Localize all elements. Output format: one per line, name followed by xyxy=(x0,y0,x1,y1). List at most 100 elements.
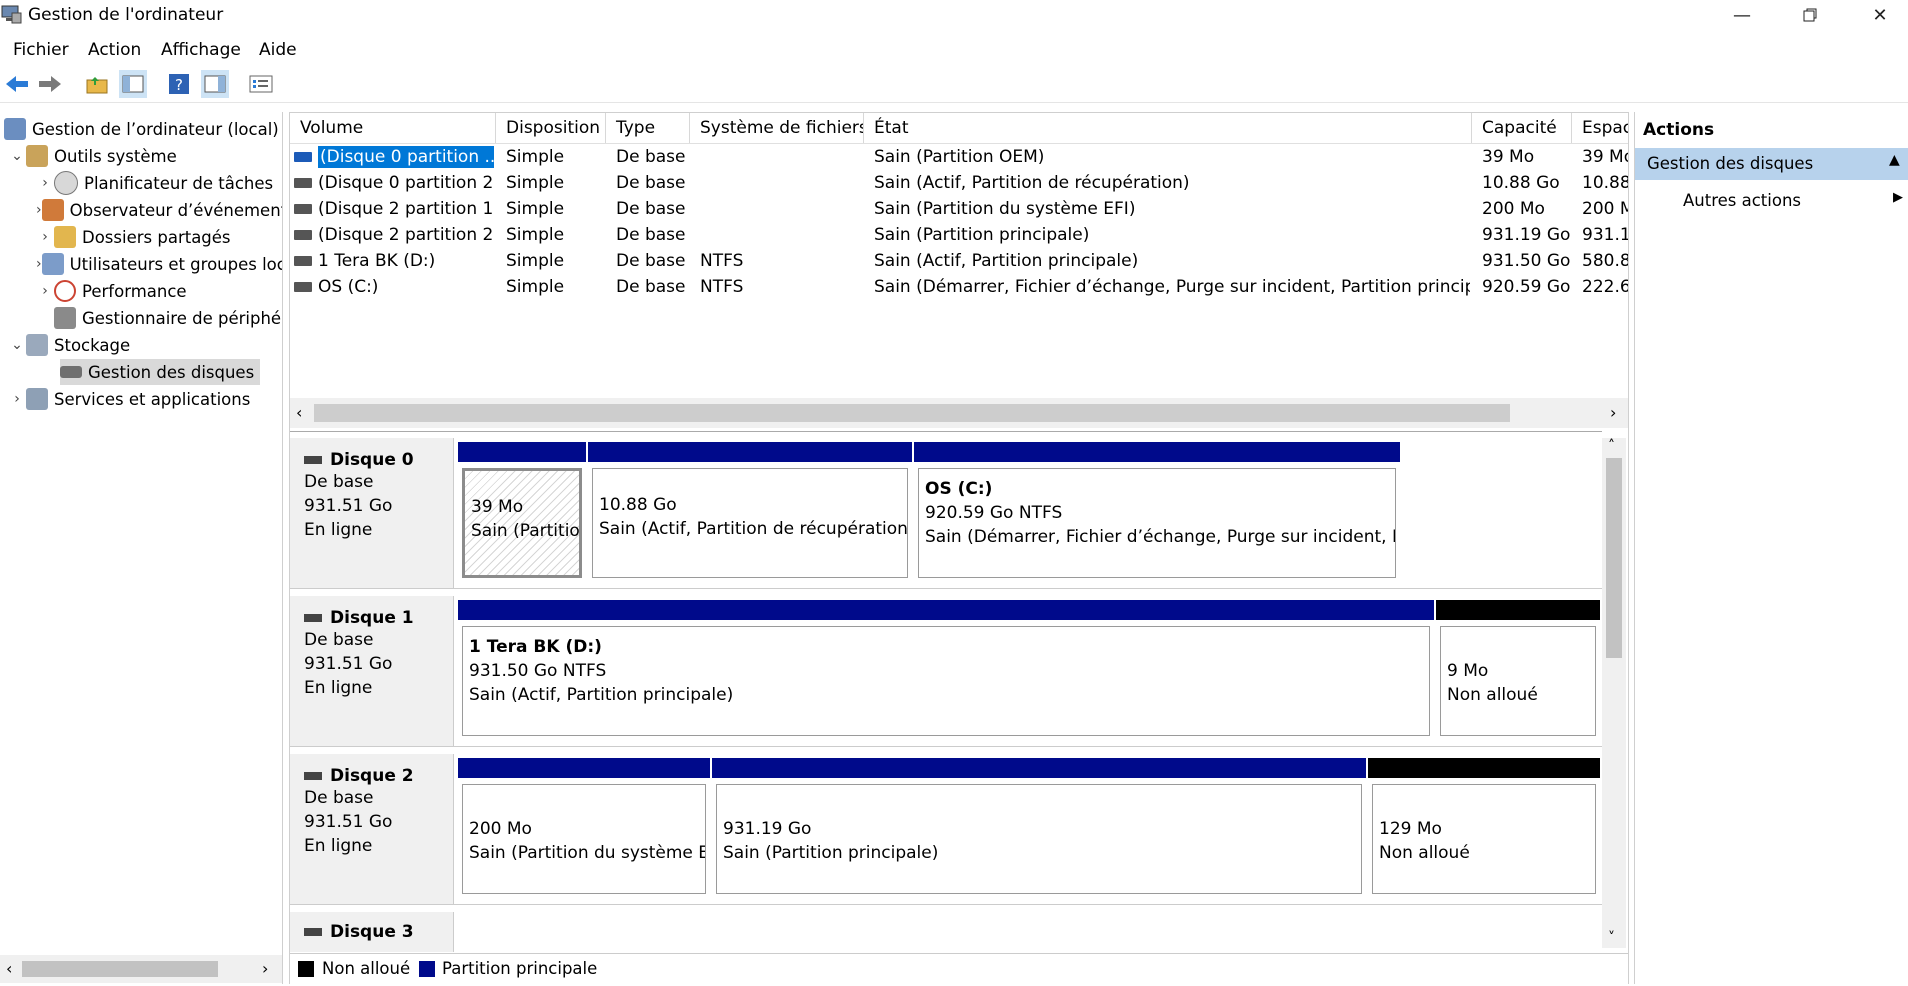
legend-unallocated-swatch xyxy=(298,961,314,977)
partition-block[interactable]: 9 Mo Non alloué xyxy=(1436,600,1600,740)
disk-size: 931.51 Go xyxy=(304,812,393,832)
column-type[interactable]: Type xyxy=(606,113,690,143)
chevron-right-icon[interactable]: › xyxy=(8,391,26,407)
show-hide-tree-button[interactable] xyxy=(119,70,147,98)
volume-cell[interactable]: (Disque 0 partition ... xyxy=(294,144,494,170)
tree-item-gestionnaire[interactable]: Gestionnaire de périphériques xyxy=(54,305,282,331)
column-espace[interactable]: Espace xyxy=(1572,113,1628,143)
partition-block[interactable]: 39 Mo Sain (Partition OEM) xyxy=(458,442,586,582)
tree-item-observateur[interactable]: › Observateur d’événements xyxy=(36,197,282,223)
chevron-down-icon[interactable]: ⌄ xyxy=(8,337,26,353)
disk-label[interactable]: Disque 1 De base 931.51 Go En ligne xyxy=(290,596,454,746)
table-cell: 200 Mo xyxy=(1482,199,1545,219)
minimize-button[interactable]: — xyxy=(1714,0,1770,30)
collapse-icon[interactable]: ▲ xyxy=(1889,152,1900,168)
list-horizontal-scrollbar[interactable]: ‹ › xyxy=(290,398,1628,428)
chevron-right-icon[interactable]: › xyxy=(36,202,42,218)
chevron-right-icon[interactable]: › xyxy=(36,283,54,299)
scroll-left-icon[interactable]: ‹ xyxy=(6,959,12,978)
tree-item-root[interactable]: Gestion de l’ordinateur (local) xyxy=(4,116,279,142)
scrollbar-thumb[interactable] xyxy=(22,961,218,977)
tree-horizontal-scrollbar[interactable]: ‹ › xyxy=(0,955,282,983)
menu-fichier[interactable]: Fichier xyxy=(13,40,69,60)
table-cell: De base xyxy=(616,225,686,245)
tree-item-label: Gestion de l’ordinateur (local) xyxy=(32,119,279,139)
tree-item-outils-systeme[interactable]: ⌄ Outils système xyxy=(8,143,177,169)
legend-unallocated-label: Non alloué xyxy=(322,959,411,978)
tree-item-performance[interactable]: › Performance xyxy=(36,278,282,304)
scroll-right-icon[interactable]: › xyxy=(262,959,268,978)
up-folder-button[interactable] xyxy=(83,70,111,98)
scroll-up-icon[interactable]: ˄ xyxy=(1608,438,1615,454)
scroll-left-icon[interactable]: ‹ xyxy=(296,403,302,422)
table-cell: De base xyxy=(616,251,686,271)
partition-status: Sain (Partition principale) xyxy=(723,843,939,863)
column-etat[interactable]: État xyxy=(864,113,1472,143)
table-cell: Sain (Partition principale) xyxy=(874,225,1090,245)
scrollbar-thumb[interactable] xyxy=(1606,458,1622,658)
map-vertical-scrollbar[interactable]: ˄ ˅ xyxy=(1602,438,1626,948)
clock-icon xyxy=(54,171,78,195)
tree-item-utilisateurs[interactable]: › Utilisateurs et groupes locaux xyxy=(36,251,282,277)
partition-block[interactable]: 200 Mo Sain (Partition du système EFI) xyxy=(458,758,710,898)
scroll-down-icon[interactable]: ˅ xyxy=(1608,930,1615,946)
tree-item-stockage[interactable]: ⌄ Stockage xyxy=(8,332,130,358)
event-viewer-icon xyxy=(41,199,64,221)
menu-action[interactable]: Action xyxy=(88,40,141,60)
properties-icon xyxy=(249,75,273,93)
volume-cell[interactable]: (Disque 2 partition 1) xyxy=(294,196,494,222)
disk-status: En ligne xyxy=(304,678,373,698)
pane-splitter[interactable] xyxy=(290,431,1602,432)
table-cell: NTFS xyxy=(700,251,744,271)
actions-section-gestion-disques[interactable]: Gestion des disques ▲ xyxy=(1635,148,1908,180)
table-cell: 931.19 Go xyxy=(1482,225,1570,245)
disk-type: De base xyxy=(304,630,374,650)
tree-item-dossiers-partages[interactable]: › Dossiers partagés xyxy=(36,224,282,250)
scrollbar-thumb[interactable] xyxy=(314,404,1510,422)
help-button[interactable]: ? xyxy=(165,70,193,98)
partition-block[interactable]: 1 Tera BK (D:) 931.50 Go NTFS Sain (Acti… xyxy=(458,600,1434,740)
forward-button[interactable] xyxy=(36,70,64,98)
restore-button[interactable] xyxy=(1782,0,1838,30)
table-cell: 200 Mo xyxy=(1582,199,1628,219)
performance-icon xyxy=(54,280,76,302)
menu-affichage[interactable]: Affichage xyxy=(161,40,241,60)
tree-item-planificateur[interactable]: › Planificateur de tâches xyxy=(36,170,276,196)
disk-label[interactable]: Disque 3 xyxy=(290,912,454,952)
tree-item-gestion-disques[interactable]: Gestion des disques xyxy=(60,359,261,385)
menu-aide[interactable]: Aide xyxy=(259,40,297,60)
partition-block[interactable]: 931.19 Go Sain (Partition principale) xyxy=(712,758,1366,898)
show-hide-action-pane-button[interactable] xyxy=(201,70,229,98)
back-button[interactable] xyxy=(3,70,31,98)
tree-item-label: Services et applications xyxy=(54,389,251,409)
tree-item-services[interactable]: › Services et applications xyxy=(8,386,250,412)
properties-button[interactable] xyxy=(247,70,275,98)
close-button[interactable]: ✕ xyxy=(1852,0,1908,30)
column-disposition[interactable]: Disposition xyxy=(496,113,606,143)
scroll-right-icon[interactable]: › xyxy=(1610,403,1616,422)
table-cell: Sain (Démarrer, Fichier d’échange, Purge… xyxy=(874,277,1470,297)
help-icon: ? xyxy=(169,74,189,94)
disk-label[interactable]: Disque 0 De base 931.51 Go En ligne xyxy=(290,438,454,588)
chevron-right-icon[interactable]: › xyxy=(36,256,42,272)
column-capacite[interactable]: Capacité xyxy=(1472,113,1572,143)
volume-cell[interactable]: (Disque 0 partition 2) xyxy=(294,170,494,196)
chevron-right-icon[interactable]: › xyxy=(36,175,54,191)
partition-block[interactable]: 10.88 Go Sain (Actif, Partition de récup… xyxy=(588,442,912,582)
action-autres-actions[interactable]: Autres actions ▶ xyxy=(1635,186,1908,216)
chevron-down-icon[interactable]: ⌄ xyxy=(8,148,26,164)
volume-cell[interactable]: OS (C:) xyxy=(294,274,494,300)
volume-cell[interactable]: (Disque 2 partition 2) xyxy=(294,222,494,248)
partition-body: 10.88 Go Sain (Actif, Partition de récup… xyxy=(592,468,908,578)
partition-block[interactable]: OS (C:) 920.59 Go NTFS Sain (Démarrer, F… xyxy=(914,442,1400,582)
table-cell: Sain (Partition du système EFI) xyxy=(874,199,1136,219)
console-tree: Gestion de l’ordinateur (local) ⌄ Outils… xyxy=(0,112,283,984)
column-volume[interactable]: Volume xyxy=(290,113,496,143)
column-filesystem[interactable]: Système de fichiers xyxy=(690,113,864,143)
disk-label[interactable]: Disque 2 De base 931.51 Go En ligne xyxy=(290,754,454,904)
tree-item-label: Performance xyxy=(82,281,187,301)
partition-block[interactable]: 129 Mo Non alloué xyxy=(1368,758,1600,898)
volume-cell[interactable]: 1 Tera BK (D:) xyxy=(294,248,494,274)
chevron-right-icon[interactable]: › xyxy=(36,229,54,245)
disk-status: En ligne xyxy=(304,520,373,540)
